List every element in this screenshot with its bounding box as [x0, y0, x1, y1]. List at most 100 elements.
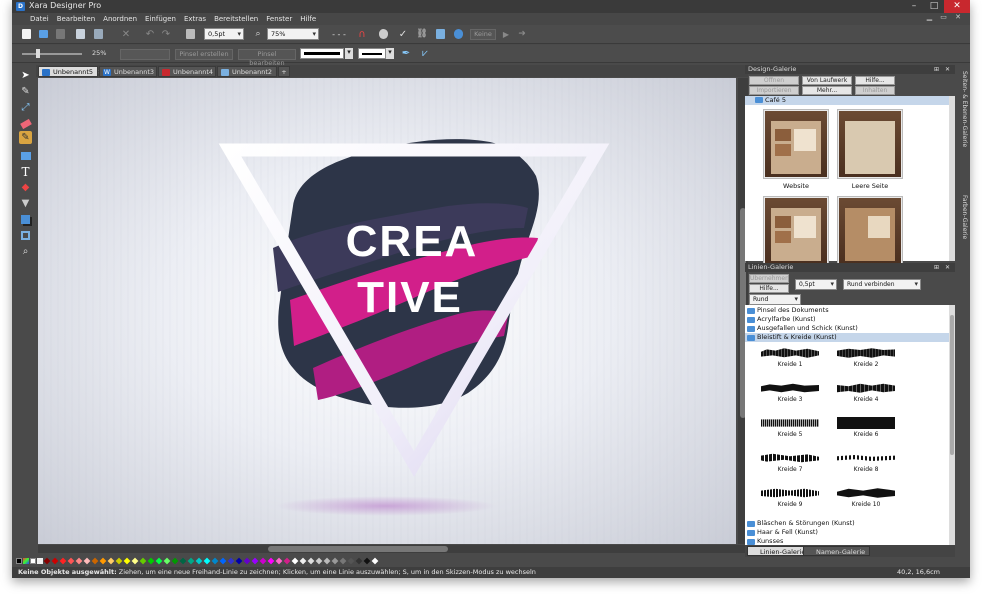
tab-name-gallery[interactable]: Namen-Galerie [803, 546, 871, 556]
stroke-kreide-5[interactable] [761, 419, 819, 427]
selector-tool-icon[interactable]: ➤ [19, 69, 32, 82]
swatch[interactable] [59, 557, 67, 565]
tab-unbenannt4[interactable]: Unbenannt4 [158, 66, 216, 77]
delete-icon[interactable]: ✕ [120, 28, 132, 40]
swatch[interactable] [251, 557, 259, 565]
transform-icon[interactable] [184, 28, 196, 40]
swatch[interactable] [179, 557, 187, 565]
zoom-select[interactable]: 75% [267, 28, 319, 40]
canvas-horizontal-scrollbar[interactable] [38, 545, 748, 553]
line-preview-select[interactable] [300, 48, 344, 59]
from-drive-button[interactable]: Von Laufwerk [802, 76, 852, 85]
folder-cafe5[interactable]: Café 5 [745, 96, 949, 105]
panel-controls[interactable]: ⊞ ✕ [934, 65, 952, 74]
swatch[interactable] [347, 557, 355, 565]
menu-extras[interactable]: Extras [184, 15, 206, 23]
close-button[interactable]: ✕ [944, 0, 970, 13]
swatch-white[interactable] [37, 558, 43, 564]
line-help-button[interactable]: Hilfe... [749, 284, 789, 293]
swatch[interactable] [195, 557, 203, 565]
smoothing-icon[interactable]: ⩗ [419, 47, 431, 59]
folder-fancy[interactable]: Ausgefallen und Schick (Kunst) [745, 324, 949, 333]
panel-controls[interactable]: ⊞ ✕ [934, 263, 952, 272]
mould-icon[interactable] [377, 28, 389, 40]
swatch[interactable] [235, 557, 243, 565]
folder-pencil-chalk[interactable]: Bleistift & Kreide (Kunst) [745, 333, 949, 342]
swatch[interactable] [91, 557, 99, 565]
swatch[interactable] [107, 557, 115, 565]
folder-bubbles[interactable]: Bläschen & Störungen (Kunst) [745, 519, 949, 528]
swatch[interactable] [83, 557, 91, 565]
swatch-none[interactable] [30, 558, 36, 564]
line-style-icon[interactable]: - - - [330, 28, 348, 40]
shadow-tool-icon[interactable] [19, 213, 32, 226]
swatch-multicolor[interactable] [23, 558, 29, 564]
stroke-kreide-3[interactable] [761, 383, 819, 393]
tab-pages-layers-gallery[interactable]: Seiten- & Ebenen-Galerie [958, 71, 968, 147]
swatch[interactable] [67, 557, 75, 565]
menu-datei[interactable]: Datei [30, 15, 49, 23]
swatch[interactable] [363, 557, 371, 565]
swatch-black[interactable] [16, 558, 22, 564]
snap-magnet-icon[interactable]: ∩ [356, 28, 368, 40]
arrow-right-icon[interactable]: ➜ [516, 28, 528, 40]
swatch[interactable] [371, 557, 379, 565]
swatch[interactable] [259, 557, 267, 565]
eraser-tool-icon[interactable] [19, 117, 32, 130]
tab-unbenannt3[interactable]: W Unbenannt3 [99, 66, 157, 77]
tab-unbenannt5[interactable]: Unbenannt5✕ [38, 66, 102, 77]
stroke-kreide-2[interactable] [837, 348, 895, 358]
brush-edit-button[interactable]: Pinsel bearbeiten [238, 49, 296, 67]
more-button[interactable]: Mehr... [802, 86, 852, 95]
swatch[interactable] [211, 557, 219, 565]
swatch[interactable] [187, 557, 195, 565]
stroke-kreide-9[interactable] [761, 488, 819, 498]
open-folder-icon[interactable] [37, 28, 49, 40]
pen-tool-icon[interactable]: ✎ [19, 85, 32, 98]
content-button[interactable]: Inhalten [855, 86, 895, 95]
template-thumbnail[interactable] [837, 196, 903, 266]
swatch[interactable] [227, 557, 235, 565]
stroke-kreide-10[interactable] [837, 488, 895, 498]
undo-icon[interactable]: ↶ [144, 28, 156, 40]
magnifier-tool-icon[interactable]: ⌕ [19, 245, 32, 258]
menu-anordnen[interactable]: Anordnen [103, 15, 137, 23]
folder-acrylic[interactable]: Acrylfarbe (Kunst) [745, 315, 949, 324]
import-icon[interactable] [74, 28, 86, 40]
check-icon[interactable]: ✓ [397, 28, 409, 40]
swatch[interactable] [203, 557, 211, 565]
redo-icon[interactable]: ↷ [160, 28, 172, 40]
cloud-icon[interactable] [452, 28, 464, 40]
image-icon[interactable] [434, 28, 446, 40]
scroll-thumb[interactable] [268, 546, 448, 552]
scroll-thumb[interactable] [950, 315, 954, 455]
stroke-kreide-1[interactable] [761, 348, 819, 358]
swatch[interactable] [51, 557, 59, 565]
swatch[interactable] [115, 557, 123, 565]
swatch[interactable] [163, 557, 171, 565]
swatch[interactable] [123, 557, 131, 565]
drawing-canvas[interactable]: CREA TIVE [38, 78, 736, 544]
help-button[interactable]: Hilfe... [855, 76, 895, 85]
new-tab-button[interactable]: + [278, 66, 290, 77]
open-button[interactable]: Öffnen [749, 76, 799, 85]
transparency-slider[interactable] [22, 53, 82, 55]
import-button[interactable]: Importieren [749, 86, 799, 95]
line-gallery-scrollbar[interactable] [949, 305, 955, 545]
none-button[interactable]: Keine [470, 29, 496, 40]
tab-colour-gallery[interactable]: Farben-Galerie [958, 195, 968, 239]
save-icon[interactable] [54, 28, 66, 40]
folder-hair-fur[interactable]: Haar & Fell (Kunst) [745, 528, 949, 537]
stroke-kreide-7[interactable] [761, 453, 819, 463]
swatch[interactable] [323, 557, 331, 565]
contour-tool-icon[interactable] [19, 229, 32, 242]
line-width-combo[interactable]: 0,5pt [795, 279, 837, 290]
swatch[interactable] [171, 557, 179, 565]
template-website[interactable] [763, 109, 829, 179]
stroke-kreide-6[interactable] [837, 417, 895, 429]
minimize-button[interactable]: – [904, 0, 924, 13]
swatch[interactable] [243, 557, 251, 565]
pressure-pen-icon[interactable]: ✒ [400, 47, 412, 59]
menu-einfuegen[interactable]: Einfügen [145, 15, 176, 23]
menu-fenster[interactable]: Fenster [266, 15, 292, 23]
